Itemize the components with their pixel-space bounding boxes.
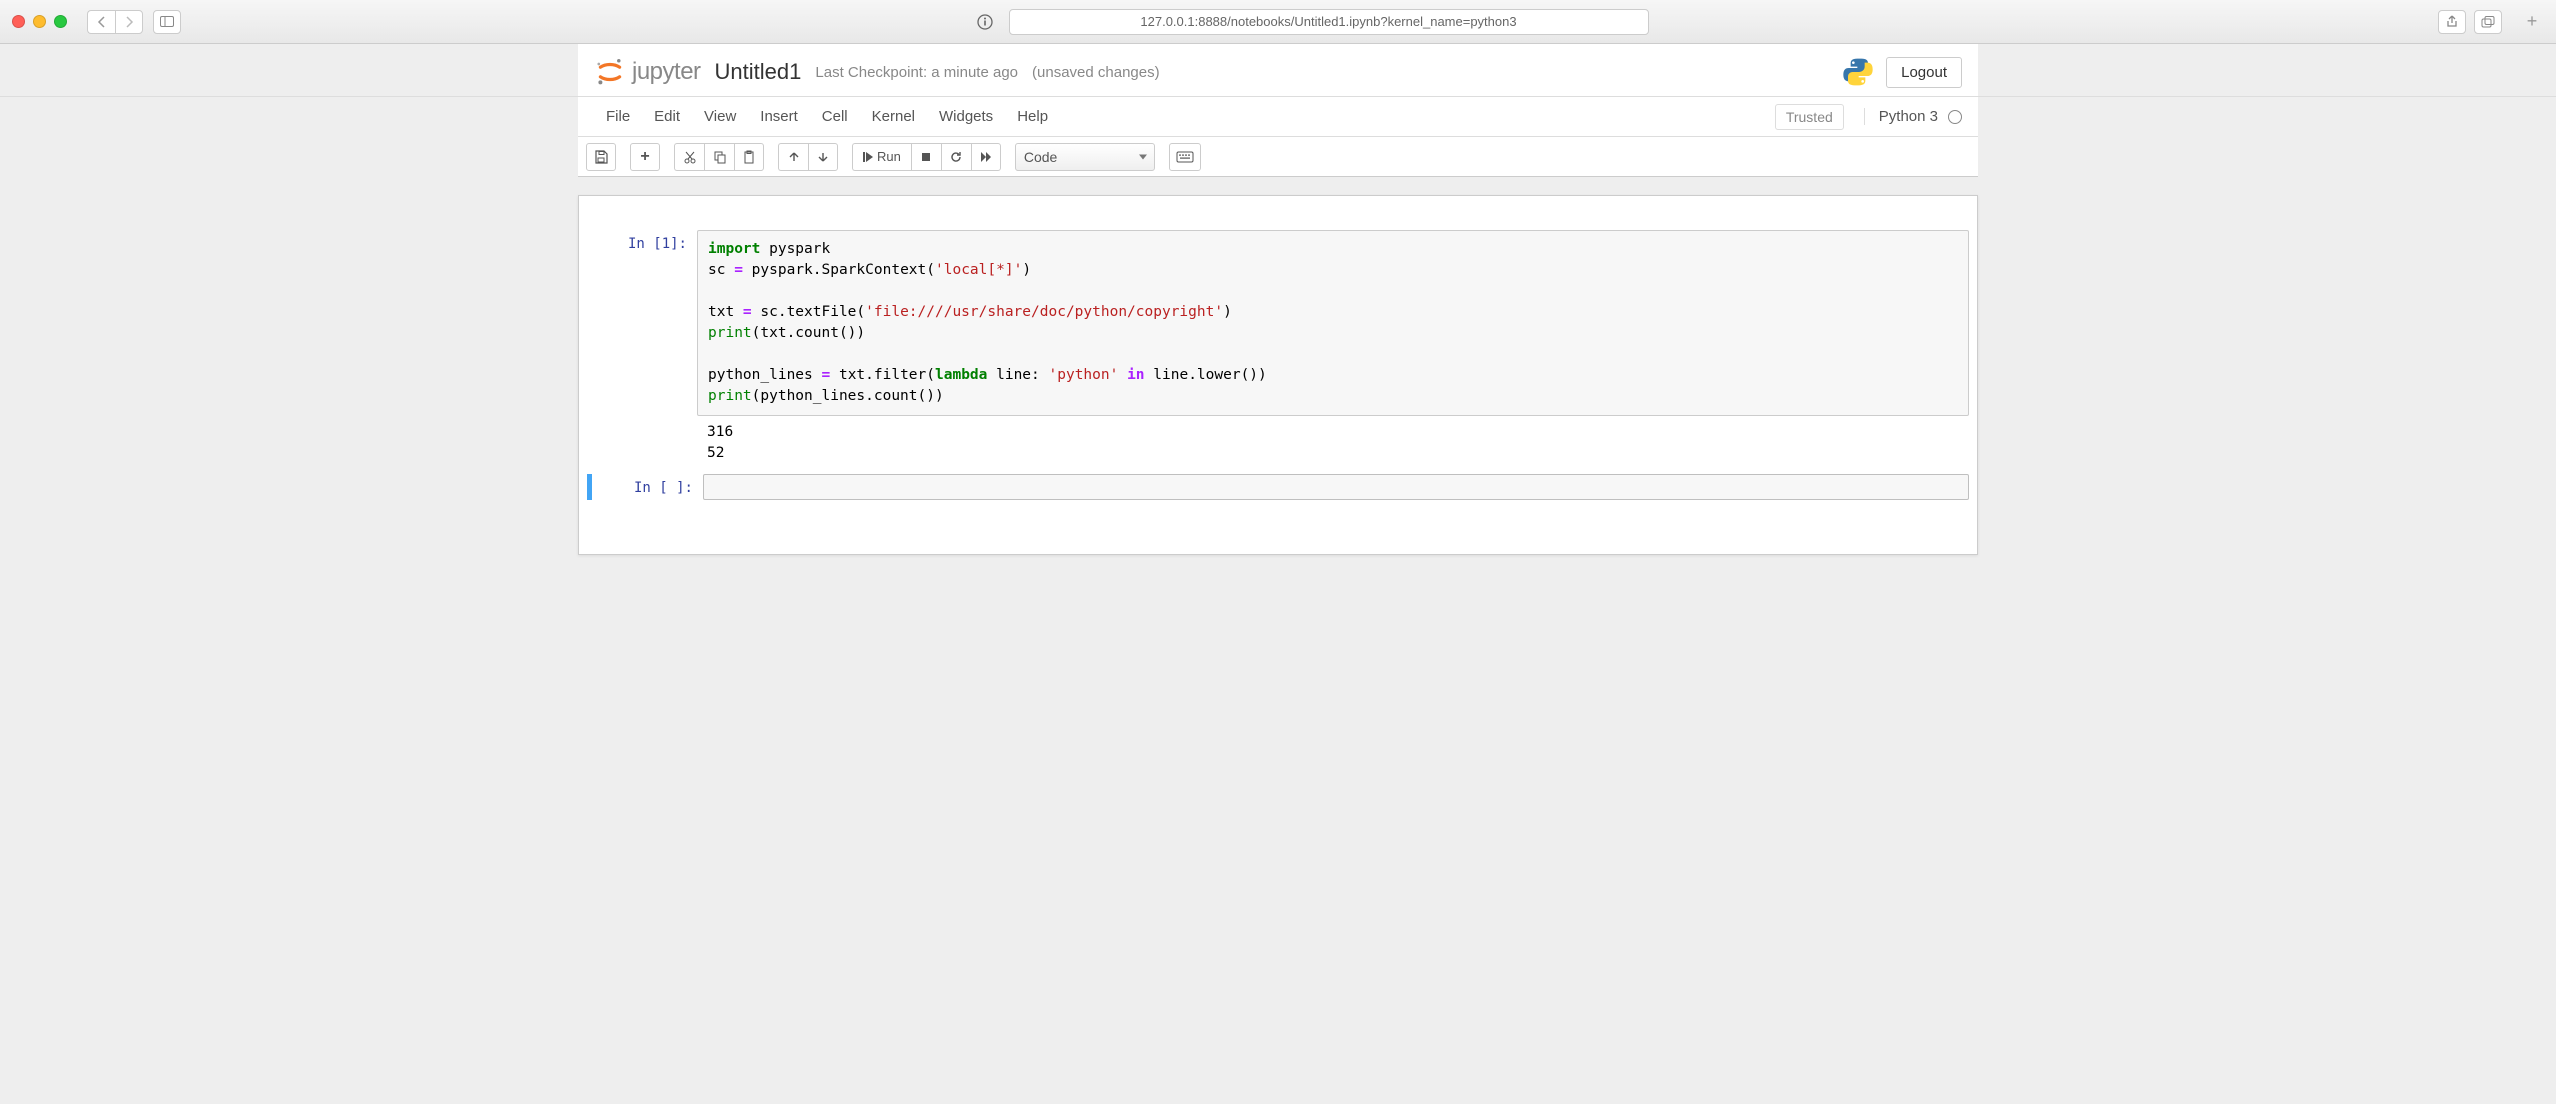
menu-file[interactable]: File [594,102,642,131]
new-tab-button[interactable]: + [2520,11,2544,32]
code-cell-empty[interactable]: In [ ]: [587,474,1969,500]
run-label: Run [877,149,901,164]
sidebar-toggle-icon[interactable] [153,10,181,34]
restart-button[interactable] [941,143,971,171]
cell-input[interactable]: import pysparksc = pyspark.SparkContext(… [697,230,1969,416]
menu-cell[interactable]: Cell [810,102,860,131]
browser-chrome: 127.0.0.1:8888/notebooks/Untitled1.ipynb… [0,0,2556,44]
checkpoint-text: Last Checkpoint: a minute ago [815,64,1018,81]
copy-button[interactable] [704,143,734,171]
window-controls [12,15,67,28]
cell-type-select[interactable]: Code [1015,143,1155,171]
menu-view[interactable]: View [692,102,748,131]
menubar: File Edit View Insert Cell Kernel Widget… [578,97,1978,137]
unsaved-text: (unsaved changes) [1032,64,1160,81]
code-cell[interactable]: In [1]: import pysparksc = pyspark.Spark… [587,230,1969,470]
toolbar: + Run [578,137,1978,177]
menu-help[interactable]: Help [1005,102,1060,131]
kernel-status-icon [1948,110,1962,124]
notebook-title[interactable]: Untitled1 [715,59,802,85]
move-up-button[interactable] [778,143,808,171]
run-button[interactable]: Run [852,143,911,171]
insert-cell-button[interactable]: + [630,143,660,171]
jupyter-header: jupyter Untitled1 Last Checkpoint: a min… [578,44,1978,96]
close-window-icon[interactable] [12,15,25,28]
url-bar[interactable]: 127.0.0.1:8888/notebooks/Untitled1.ipynb… [1009,9,1649,35]
cell-prompt: In [ ]: [593,474,703,500]
forward-button[interactable] [115,10,143,34]
share-button[interactable] [2438,10,2466,34]
notebook-container: In [1]: import pysparksc = pyspark.Spark… [578,195,1978,555]
menu-widgets[interactable]: Widgets [927,102,1005,131]
python-logo-icon [1842,56,1874,88]
url-text: 127.0.0.1:8888/notebooks/Untitled1.ipynb… [1140,14,1516,29]
minimize-window-icon[interactable] [33,15,46,28]
site-info-icon[interactable] [971,10,999,34]
cell-input[interactable] [703,474,1969,500]
kernel-indicator[interactable]: Python 3 [1864,108,1962,125]
save-button[interactable] [586,143,616,171]
logout-button[interactable]: Logout [1886,57,1962,88]
kernel-name: Python 3 [1879,108,1938,125]
trusted-indicator[interactable]: Trusted [1775,104,1844,130]
maximize-window-icon[interactable] [54,15,67,28]
move-down-button[interactable] [808,143,838,171]
menu-edit[interactable]: Edit [642,102,692,131]
cut-button[interactable] [674,143,704,171]
jupyter-logo[interactable]: jupyter [594,56,701,88]
cell-output: 316 52 [697,416,1969,470]
interrupt-button[interactable] [911,143,941,171]
paste-button[interactable] [734,143,764,171]
menu-insert[interactable]: Insert [748,102,810,131]
command-palette-button[interactable] [1169,143,1201,171]
menu-kernel[interactable]: Kernel [860,102,927,131]
jupyter-logo-text: jupyter [632,58,701,86]
restart-run-all-button[interactable] [971,143,1001,171]
tabs-button[interactable] [2474,10,2502,34]
cell-prompt: In [1]: [587,230,697,470]
back-button[interactable] [87,10,115,34]
